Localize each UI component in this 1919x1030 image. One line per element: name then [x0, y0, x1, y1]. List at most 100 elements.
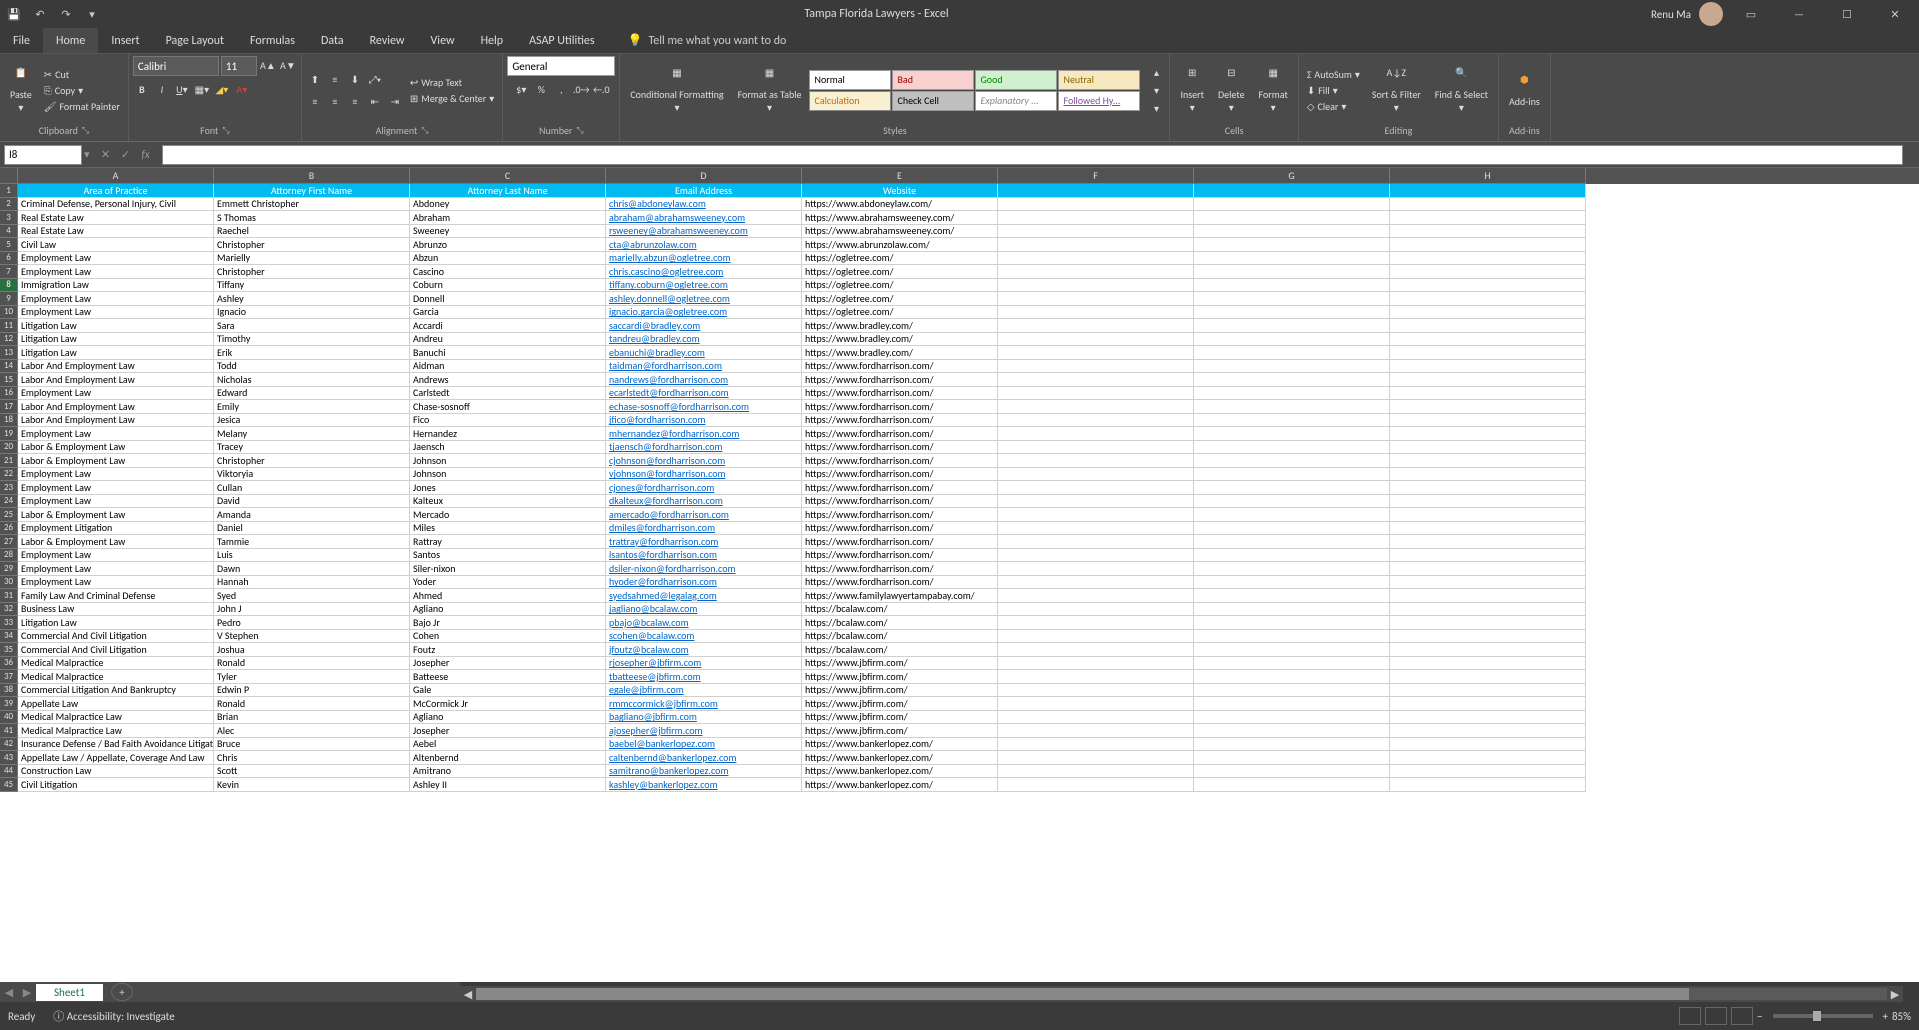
cell-email-link[interactable]: dkalteux@fordharrison.com	[606, 495, 802, 509]
cell[interactable]: https://ogletree.com/	[802, 265, 998, 279]
cell-email-link[interactable]: scohen@bcalaw.com	[606, 630, 802, 644]
increase-indent-icon[interactable]: ⇥	[386, 92, 404, 110]
cell[interactable]: Labor And Employment Law	[18, 400, 214, 414]
cell[interactable]: Banuchi	[410, 346, 606, 360]
cell[interactable]: Raechel	[214, 225, 410, 239]
cell[interactable]: Agliano	[410, 711, 606, 725]
cell-email-link[interactable]: bagliano@jbfirm.com	[606, 711, 802, 725]
cell[interactable]: Josepher	[410, 724, 606, 738]
style-normal[interactable]: Normal	[809, 70, 891, 90]
cell[interactable]: Employment Law	[18, 306, 214, 320]
cell[interactable]: Miles	[410, 522, 606, 536]
cell-email-link[interactable]: caltenbernd@bankerlopez.com	[606, 751, 802, 765]
row-header[interactable]: 28	[0, 549, 18, 563]
cell[interactable]: Medical Malpractice	[18, 670, 214, 684]
row-header[interactable]: 7	[0, 265, 18, 279]
cell[interactable]: Ronald	[214, 657, 410, 671]
row-header[interactable]: 27	[0, 535, 18, 549]
cell[interactable]: https://www.fordharrison.com/	[802, 454, 998, 468]
row-header[interactable]: 25	[0, 508, 18, 522]
row-header[interactable]: 45	[0, 778, 18, 792]
cell[interactable]: https://www.jbfirm.com/	[802, 711, 998, 725]
tab-view[interactable]: View	[418, 28, 468, 53]
header-cell[interactable]: Attorney First Name	[214, 184, 410, 198]
style-check-cell[interactable]: Check Cell	[892, 91, 974, 111]
row-header[interactable]: 6	[0, 252, 18, 266]
cell[interactable]: Chris	[214, 751, 410, 765]
font-name-select[interactable]	[133, 56, 219, 76]
cell[interactable]: Todd	[214, 360, 410, 374]
cell[interactable]: Altenbernd	[410, 751, 606, 765]
cell[interactable]: https://ogletree.com/	[802, 292, 998, 306]
row-header[interactable]: 21	[0, 454, 18, 468]
formula-input[interactable]	[162, 145, 1903, 165]
insert-cells-button[interactable]: ⊞Insert▾	[1174, 64, 1210, 116]
cell[interactable]: Emmett Christopher	[214, 198, 410, 212]
cell[interactable]: Kalteux	[410, 495, 606, 509]
font-color-icon[interactable]: A▾	[233, 80, 251, 98]
undo-icon[interactable]: ↶	[30, 4, 50, 24]
cell[interactable]: Tyler	[214, 670, 410, 684]
conditional-formatting-button[interactable]: ▦Conditional Formatting▾	[624, 64, 729, 116]
cell-email-link[interactable]: tbatteese@jbfirm.com	[606, 670, 802, 684]
cell[interactable]: https://www.jbfirm.com/	[802, 724, 998, 738]
cell-email-link[interactable]: jfico@fordharrison.com	[606, 414, 802, 428]
currency-icon[interactable]: $▾	[512, 80, 530, 98]
cell[interactable]: https://www.fordharrison.com/	[802, 562, 998, 576]
cell-email-link[interactable]: cta@abrunzolaw.com	[606, 238, 802, 252]
style-neutral[interactable]: Neutral	[1058, 70, 1140, 90]
cell[interactable]: Nicholas	[214, 373, 410, 387]
cell-email-link[interactable]: lsantos@fordharrison.com	[606, 549, 802, 563]
row-header[interactable]: 20	[0, 441, 18, 455]
cell-email-link[interactable]: cjones@fordharrison.com	[606, 481, 802, 495]
cell[interactable]: Abdoney	[410, 198, 606, 212]
cell-email-link[interactable]: dsiler-nixon@fordharrison.com	[606, 562, 802, 576]
cell[interactable]: Labor And Employment Law	[18, 414, 214, 428]
style-good[interactable]: Good	[975, 70, 1057, 90]
styles-scroll-down-icon[interactable]: ▾	[1147, 81, 1165, 99]
cell[interactable]: Employment Law	[18, 292, 214, 306]
cell[interactable]: Employment Law	[18, 481, 214, 495]
cell[interactable]: Medical Malpractice Law	[18, 724, 214, 738]
cell[interactable]: Melany	[214, 427, 410, 441]
cell-email-link[interactable]: egale@jbfirm.com	[606, 684, 802, 698]
cell-email-link[interactable]: amercado@fordharrison.com	[606, 508, 802, 522]
cell[interactable]: https://bcalaw.com/	[802, 603, 998, 617]
cell[interactable]: Labor And Employment Law	[18, 360, 214, 374]
zoom-slider[interactable]	[1773, 1014, 1873, 1018]
cell-email-link[interactable]: dmiles@fordharrison.com	[606, 522, 802, 536]
cell-email-link[interactable]: baebel@bankerlopez.com	[606, 738, 802, 752]
autosum-button[interactable]: Σ AutoSum ▾	[1303, 67, 1364, 82]
cell-email-link[interactable]: pbajo@bcalaw.com	[606, 616, 802, 630]
cell[interactable]: https://www.fordharrison.com/	[802, 400, 998, 414]
cell[interactable]: Marielly	[214, 252, 410, 266]
row-header[interactable]: 40	[0, 711, 18, 725]
cell[interactable]: https://www.jbfirm.com/	[802, 657, 998, 671]
status-accessibility[interactable]: ⓘ Accessibility: Investigate	[53, 1008, 174, 1024]
cell[interactable]: Employment Law	[18, 549, 214, 563]
cell[interactable]: https://www.fordharrison.com/	[802, 508, 998, 522]
number-launcher-icon[interactable]: ⤡	[576, 125, 583, 136]
cell[interactable]: Siler-nixon	[410, 562, 606, 576]
tab-formulas[interactable]: Formulas	[237, 28, 308, 53]
cell-email-link[interactable]: marielly.abzun@ogletree.com	[606, 252, 802, 266]
tab-review[interactable]: Review	[357, 28, 418, 53]
row-header[interactable]: 30	[0, 576, 18, 590]
normal-view-icon[interactable]	[1679, 1007, 1701, 1025]
cell[interactable]: Fico	[410, 414, 606, 428]
cell[interactable]: https://www.fordharrison.com/	[802, 549, 998, 563]
row-header[interactable]: 42	[0, 738, 18, 752]
fill-color-icon[interactable]: ◢▾	[213, 80, 231, 98]
cell-email-link[interactable]: chris.cascino@ogletree.com	[606, 265, 802, 279]
cell[interactable]: Litigation Law	[18, 333, 214, 347]
format-cells-button[interactable]: ▦Format▾	[1253, 64, 1294, 116]
cell[interactable]: Edwin P	[214, 684, 410, 698]
cell[interactable]: Christopher	[214, 454, 410, 468]
tab-home[interactable]: Home	[43, 28, 98, 53]
bold-icon[interactable]: B	[133, 80, 151, 98]
col-header-b[interactable]: B	[214, 168, 410, 184]
cell[interactable]: Ashley	[214, 292, 410, 306]
cell[interactable]: McCormick Jr	[410, 697, 606, 711]
cell[interactable]: Johnson	[410, 468, 606, 482]
cell[interactable]: https://www.bankerlopez.com/	[802, 738, 998, 752]
